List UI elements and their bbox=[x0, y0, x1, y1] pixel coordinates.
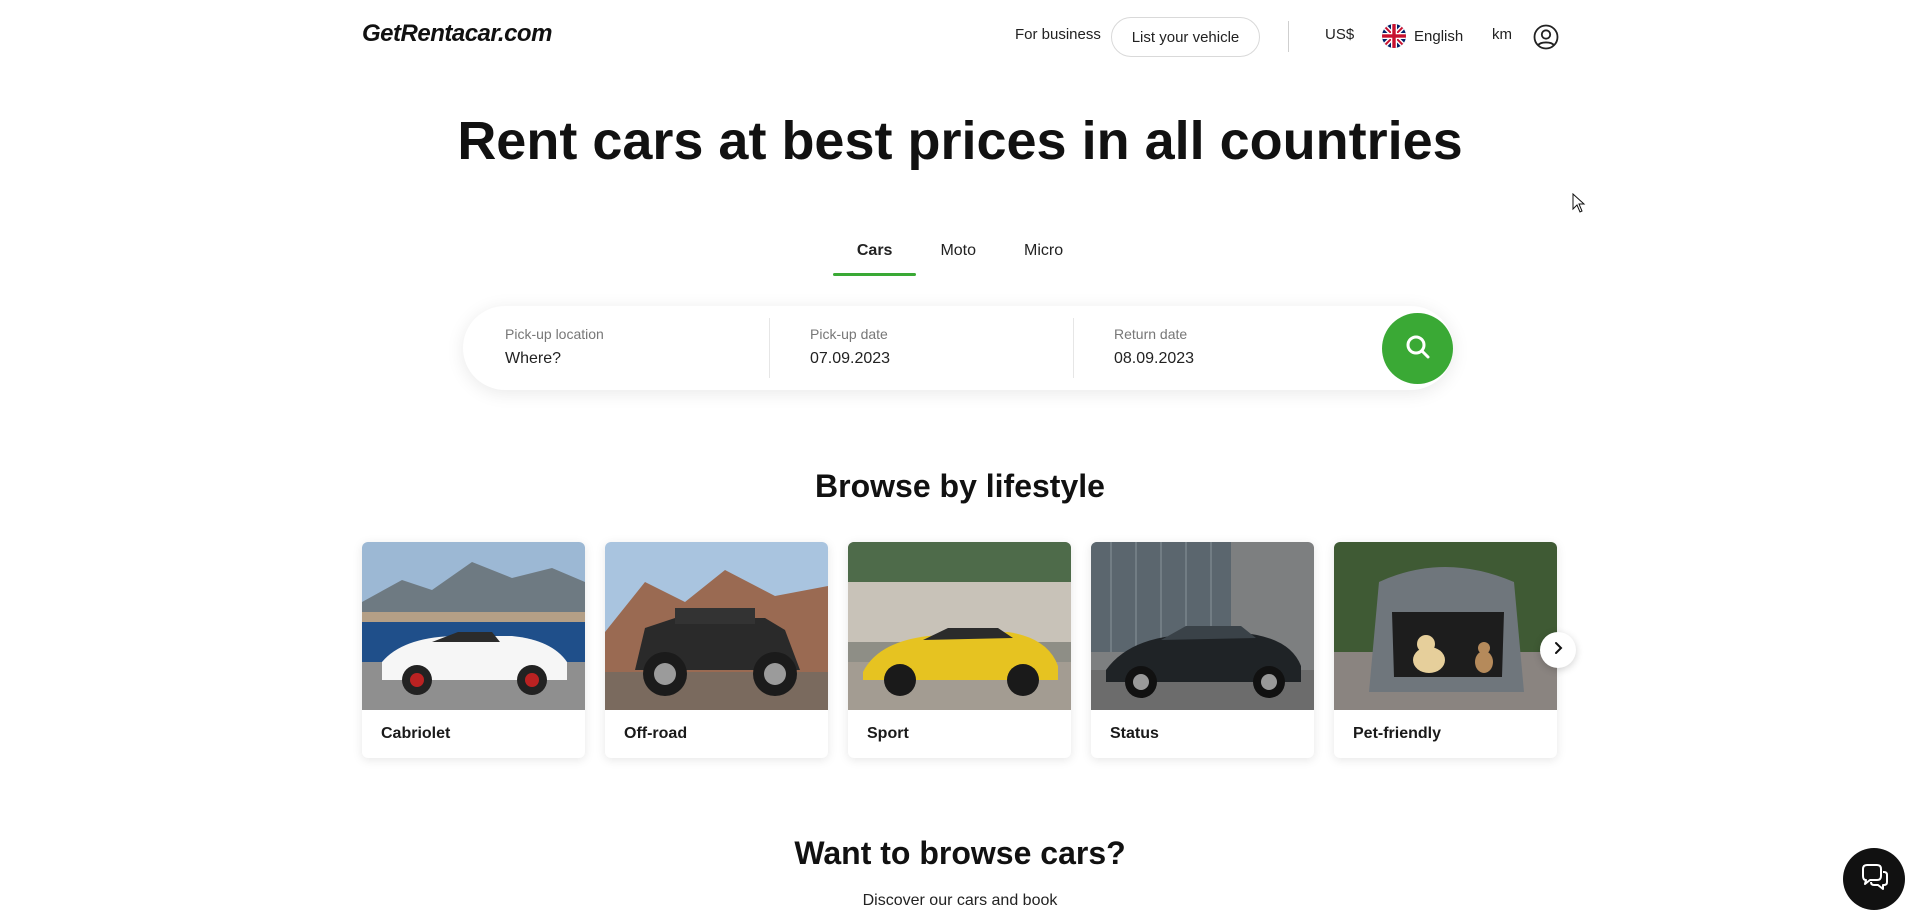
language-label: English bbox=[1414, 27, 1464, 45]
site-logo[interactable]: GetRentacar.com bbox=[362, 20, 552, 48]
lifestyle-card-off-road[interactable]: Off-road bbox=[605, 542, 828, 758]
lifestyle-card-cabriolet[interactable]: Cabriolet bbox=[362, 542, 585, 758]
carousel-next-button[interactable] bbox=[1540, 632, 1576, 668]
currency-selector[interactable]: US$ bbox=[1325, 26, 1354, 43]
chat-support-button[interactable] bbox=[1843, 848, 1905, 910]
chevron-right-icon bbox=[1551, 641, 1565, 660]
header-divider bbox=[1288, 21, 1289, 52]
return-date-field[interactable]: Return date 08.09.2023 bbox=[1114, 306, 1374, 390]
uk-flag-icon bbox=[1382, 24, 1406, 48]
user-circle-icon[interactable] bbox=[1533, 24, 1559, 50]
chat-support-icon bbox=[1857, 860, 1891, 899]
search-icon bbox=[1404, 333, 1432, 364]
list-your-vehicle-button[interactable]: List your vehicle bbox=[1111, 17, 1260, 57]
for-business-link[interactable]: For business bbox=[1015, 26, 1101, 43]
browse-subtitle: Discover our cars and book bbox=[862, 892, 1058, 909]
lifestyle-card-sport[interactable]: Sport bbox=[848, 542, 1071, 758]
return-date-label: Return date bbox=[1114, 326, 1188, 342]
tab-micro[interactable]: Micro bbox=[1000, 230, 1087, 276]
off-road-image bbox=[605, 542, 828, 710]
lifestyle-card-label: Sport bbox=[867, 725, 909, 742]
pickup-location-field[interactable]: Pick-up location Where? bbox=[505, 306, 765, 390]
search-bar: Pick-up location Where? Pick-up date 07.… bbox=[463, 306, 1453, 390]
lifestyle-card-label: Status bbox=[1110, 725, 1159, 742]
field-divider bbox=[769, 318, 770, 378]
lifestyle-card-label: Pet-friendly bbox=[1353, 725, 1442, 742]
pickup-date-field[interactable]: Pick-up date 07.09.2023 bbox=[810, 306, 1070, 390]
language-selector[interactable]: English bbox=[1382, 24, 1463, 48]
field-divider bbox=[1073, 318, 1074, 378]
search-button[interactable] bbox=[1382, 313, 1453, 384]
page-title: Rent cars at best prices in all countrie… bbox=[457, 111, 1463, 171]
lifestyle-card-label: Off-road bbox=[624, 725, 688, 742]
pet-friendly-image bbox=[1334, 542, 1557, 710]
lifestyle-section-title: Browse by lifestyle bbox=[815, 468, 1105, 504]
tab-cars[interactable]: Cars bbox=[832, 230, 917, 276]
pickup-location-label: Pick-up location bbox=[505, 326, 604, 342]
cabriolet-image bbox=[362, 542, 585, 710]
pickup-location-input[interactable]: Where? bbox=[505, 350, 765, 368]
pickup-date-label: Pick-up date bbox=[810, 326, 888, 342]
lifestyle-card-pet-friendly[interactable]: Pet-friendly bbox=[1334, 542, 1557, 758]
browse-section-title: Want to browse cars? bbox=[794, 835, 1126, 871]
lifestyle-card-label: Cabriolet bbox=[381, 725, 451, 742]
pickup-date-value[interactable]: 07.09.2023 bbox=[810, 350, 1070, 368]
tab-moto[interactable]: Moto bbox=[916, 230, 1000, 276]
mouse-cursor bbox=[1572, 192, 1586, 218]
lifestyle-card-status[interactable]: Status bbox=[1091, 542, 1314, 758]
vehicle-type-tabs: Cars Moto Micro bbox=[0, 230, 1920, 276]
site-header: GetRentacar.com For business List your v… bbox=[0, 0, 1920, 72]
units-selector[interactable]: km bbox=[1492, 26, 1512, 43]
lifestyle-carousel: Cabriolet Off-road Sport Status Pet-frie… bbox=[362, 542, 1558, 758]
sport-image bbox=[848, 542, 1071, 710]
status-image bbox=[1091, 542, 1314, 710]
return-date-value[interactable]: 08.09.2023 bbox=[1114, 350, 1374, 368]
